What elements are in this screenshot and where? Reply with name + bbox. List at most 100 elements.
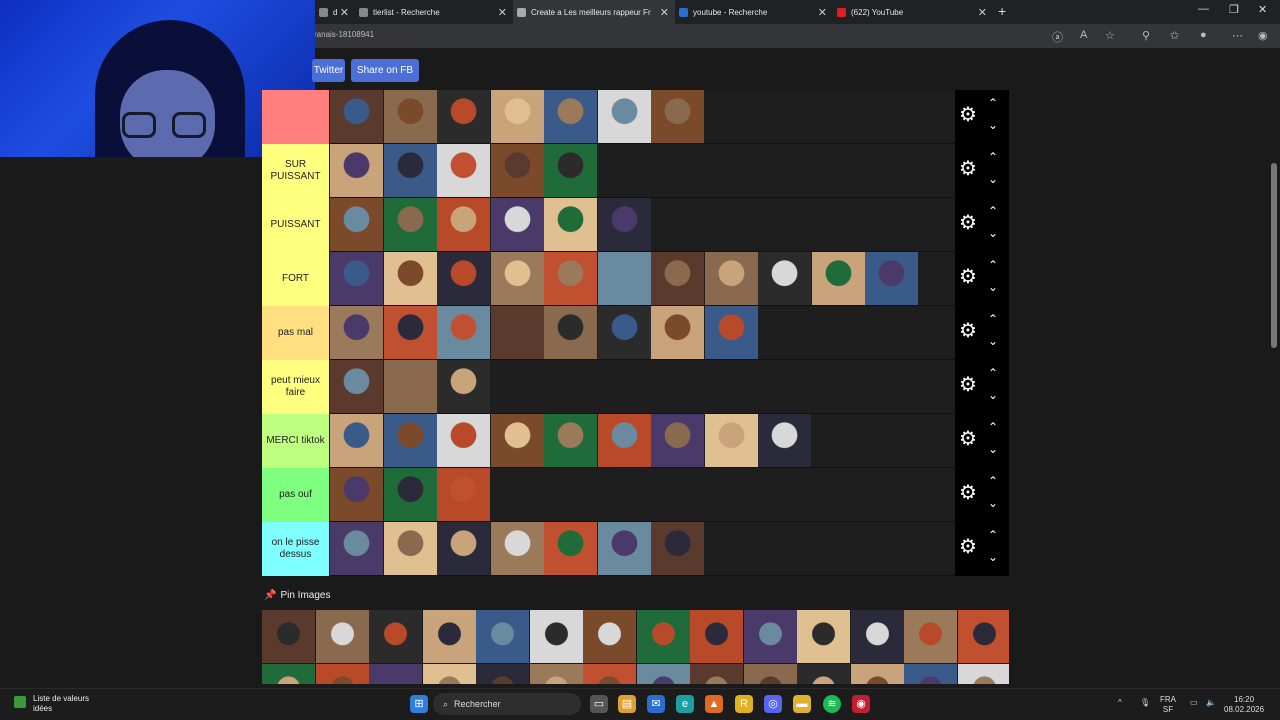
rapper-image[interactable] bbox=[490, 306, 544, 359]
pool-image[interactable] bbox=[583, 610, 636, 663]
rapper-image[interactable] bbox=[865, 252, 918, 305]
chevron-up-icon[interactable]: ⌃ bbox=[988, 150, 998, 164]
volume-icon[interactable]: 🔈 bbox=[1206, 698, 1216, 708]
rapper-image[interactable] bbox=[383, 198, 437, 251]
file-explorer-icon[interactable]: ▬ bbox=[793, 695, 811, 713]
close-window-icon[interactable]: ✕ bbox=[1258, 3, 1267, 16]
rapper-image[interactable] bbox=[383, 360, 437, 413]
pool-image[interactable] bbox=[690, 610, 743, 663]
chevron-down-icon[interactable]: ⌄ bbox=[988, 550, 998, 564]
rapper-image[interactable] bbox=[544, 306, 597, 359]
chevron-up-icon[interactable]: ⌃ bbox=[988, 96, 998, 110]
rapper-image[interactable] bbox=[437, 414, 490, 467]
chevron-up-icon[interactable]: ⌃ bbox=[988, 312, 998, 326]
rapper-image[interactable] bbox=[490, 252, 544, 305]
gear-icon[interactable]: ⚙ bbox=[959, 375, 977, 395]
gear-icon[interactable]: ⚙ bbox=[959, 483, 977, 503]
tier-label[interactable]: PUISSANT bbox=[262, 198, 329, 252]
rapper-image[interactable] bbox=[437, 144, 490, 197]
chevron-down-icon[interactable]: ⌄ bbox=[988, 496, 998, 510]
taskbar-search[interactable]: ⌕ Rechercher bbox=[433, 693, 581, 715]
rapper-image[interactable] bbox=[758, 252, 811, 305]
pool-image[interactable] bbox=[583, 664, 636, 684]
rapper-image[interactable] bbox=[330, 468, 383, 521]
rapper-image[interactable] bbox=[704, 252, 758, 305]
favorites-icon[interactable]: ✩ bbox=[1170, 29, 1179, 42]
pool-image[interactable] bbox=[422, 610, 476, 663]
pool-image[interactable] bbox=[957, 610, 1009, 663]
copilot-icon[interactable]: ◉ bbox=[1258, 29, 1268, 42]
rapper-image[interactable] bbox=[437, 468, 490, 521]
pool-image[interactable] bbox=[743, 664, 797, 684]
pool-image[interactable] bbox=[369, 664, 422, 684]
translate-icon[interactable]: ⓐ bbox=[1052, 29, 1063, 45]
rapper-image[interactable] bbox=[383, 522, 437, 575]
tier-label[interactable]: FORT bbox=[262, 252, 329, 306]
store-icon[interactable]: ▤ bbox=[618, 695, 636, 713]
pool-image[interactable] bbox=[797, 610, 850, 663]
rapper-image[interactable] bbox=[490, 198, 544, 251]
clock[interactable]: 16:20 08.02.2026 bbox=[1224, 695, 1264, 715]
rapper-image[interactable] bbox=[651, 522, 704, 575]
rapper-image[interactable] bbox=[651, 306, 704, 359]
scrollbar[interactable] bbox=[1268, 48, 1280, 688]
rapper-image[interactable] bbox=[330, 144, 383, 197]
rapper-image[interactable] bbox=[544, 90, 597, 143]
rapper-image[interactable] bbox=[544, 144, 597, 197]
rapper-image[interactable] bbox=[437, 252, 490, 305]
chevron-down-icon[interactable]: ⌄ bbox=[988, 334, 998, 348]
url-text[interactable]: ranais-18108941 bbox=[314, 30, 374, 39]
outlook-icon[interactable]: ✉ bbox=[647, 695, 665, 713]
pool-image[interactable] bbox=[690, 664, 743, 684]
tab-close-icon[interactable]: ✕ bbox=[818, 6, 827, 19]
rapper-image[interactable] bbox=[544, 414, 597, 467]
chevron-up-icon[interactable]: ⌃ bbox=[988, 528, 998, 542]
pool-image[interactable] bbox=[422, 664, 476, 684]
tier-label[interactable]: pas ouf bbox=[262, 468, 329, 522]
rapper-image[interactable] bbox=[330, 522, 383, 575]
rapper-image[interactable] bbox=[597, 522, 651, 575]
rapper-image[interactable] bbox=[490, 90, 544, 143]
pool-image[interactable] bbox=[476, 610, 529, 663]
pool-image[interactable] bbox=[636, 610, 690, 663]
app-icon-yellow[interactable]: R bbox=[735, 695, 753, 713]
rapper-image[interactable] bbox=[651, 414, 704, 467]
gear-icon[interactable]: ⚙ bbox=[959, 537, 977, 557]
tray-chevron-icon[interactable]: ^ bbox=[1118, 698, 1122, 708]
chevron-up-icon[interactable]: ⌃ bbox=[988, 258, 998, 272]
tier-label[interactable]: on le pisse dessus bbox=[262, 522, 329, 576]
rapper-image[interactable] bbox=[597, 306, 651, 359]
tier-label[interactable]: MERCI tiktok bbox=[262, 414, 329, 468]
chevron-up-icon[interactable]: ⌃ bbox=[988, 420, 998, 434]
rapper-image[interactable] bbox=[383, 306, 437, 359]
microphone-icon[interactable]: 🎙 bbox=[1140, 698, 1150, 708]
tab-close-icon[interactable]: ✕ bbox=[660, 6, 669, 19]
rapper-image[interactable] bbox=[383, 90, 437, 143]
rapper-image[interactable] bbox=[383, 144, 437, 197]
rapper-image[interactable] bbox=[437, 198, 490, 251]
rapper-image[interactable] bbox=[330, 198, 383, 251]
tab-close-icon[interactable]: ✕ bbox=[498, 6, 507, 19]
pool-image[interactable] bbox=[476, 664, 529, 684]
browser-tab[interactable]: d ✕ bbox=[315, 0, 355, 24]
chevron-down-icon[interactable]: ⌄ bbox=[988, 442, 998, 456]
gear-icon[interactable]: ⚙ bbox=[959, 321, 977, 341]
pool-image[interactable] bbox=[797, 664, 850, 684]
rapper-image[interactable] bbox=[437, 522, 490, 575]
pool-image[interactable] bbox=[850, 610, 904, 663]
pool-image[interactable] bbox=[315, 610, 369, 663]
browser-tab[interactable]: youtube - Recherche ✕ bbox=[675, 0, 833, 24]
share-twitter-button[interactable]: Twitter bbox=[312, 59, 345, 82]
chevron-up-icon[interactable]: ⌃ bbox=[988, 204, 998, 218]
rapper-image[interactable] bbox=[490, 522, 544, 575]
pool-image[interactable] bbox=[529, 664, 583, 684]
rapper-image[interactable] bbox=[704, 306, 758, 359]
rapper-image[interactable] bbox=[758, 414, 811, 467]
gear-icon[interactable]: ⚙ bbox=[959, 159, 977, 179]
rapper-image[interactable] bbox=[597, 90, 651, 143]
scrollbar-thumb[interactable] bbox=[1271, 163, 1277, 348]
chevron-down-icon[interactable]: ⌄ bbox=[988, 172, 998, 186]
discord-icon[interactable]: ◎ bbox=[764, 695, 782, 713]
chevron-down-icon[interactable]: ⌄ bbox=[988, 118, 998, 132]
rapper-image[interactable] bbox=[597, 414, 651, 467]
